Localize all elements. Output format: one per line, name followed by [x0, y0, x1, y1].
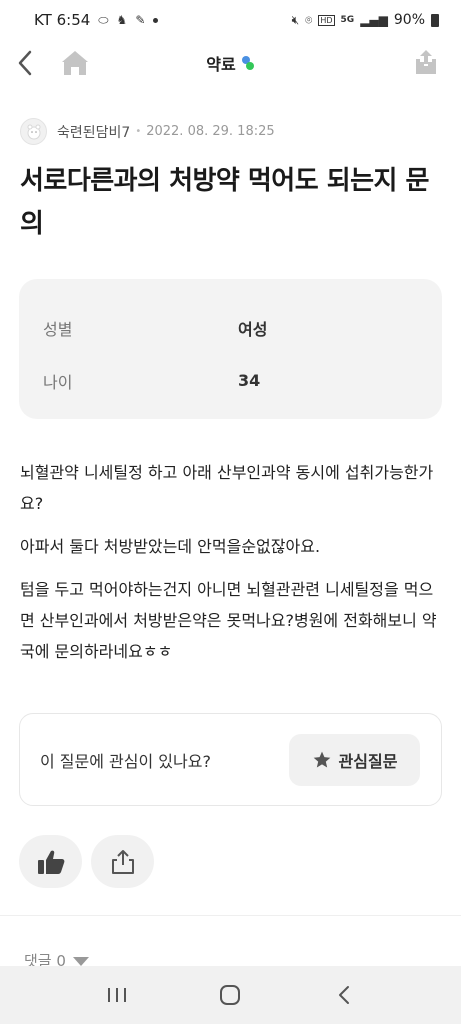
info-value: 34: [238, 371, 261, 390]
notification-icon-2: ♞: [116, 13, 128, 27]
info-row-gender: 성별 여성: [43, 301, 418, 354]
author-name[interactable]: 숙련된담비7: [57, 122, 130, 142]
home-circle-icon: [220, 985, 241, 1005]
notification-icon-3: ✎: [135, 13, 146, 27]
back-button[interactable]: [10, 46, 40, 80]
interest-button-label: 관심질문: [338, 751, 398, 771]
back-nav-button[interactable]: [314, 975, 374, 1015]
home-icon: [62, 51, 88, 75]
post-title: 서로다른과의 처방약 먹어도 되는지 문의: [20, 166, 429, 239]
interest-box: 이 질문에 관심이 있나요? 관심질문: [19, 713, 442, 806]
caret-down-icon: [72, 956, 89, 966]
post-paragraph: 아파서 둘다 처방받았는데 안먹을순없잖아요.: [20, 537, 321, 556]
notification-icon: ⬭: [98, 12, 109, 27]
recent-apps-icon: [107, 988, 126, 1002]
network-type: 5G: [340, 15, 355, 25]
patient-info-card: 성별 여성 나이 34: [19, 279, 442, 419]
header-title-text: 약료: [206, 55, 236, 74]
info-label: 나이: [43, 372, 73, 392]
action-row: [19, 835, 154, 888]
status-bar: KT 6:54 ⬭ ♞ ✎ 🔇︎ ⌾ HD 5G ▂▄▆ 90%: [0, 0, 461, 40]
post-paragraph: 뇌혈관약 니세틸정 하고 아래 산부인과약 동시에 섭취가능한가요?: [20, 463, 434, 513]
share-icon: [416, 50, 436, 74]
info-value: 여성: [238, 319, 268, 339]
battery-text: 90%: [393, 12, 425, 28]
info-row-age: 나이 34: [43, 354, 418, 407]
interest-button[interactable]: 관심질문: [289, 733, 420, 786]
author-row: 숙련된담비7 • 2022. 08. 29. 18:25: [20, 118, 275, 145]
home-button[interactable]: [58, 46, 92, 80]
home-nav-button[interactable]: [200, 975, 260, 1015]
header-title: 약료: [206, 51, 254, 75]
animal-avatar-icon: [27, 124, 40, 139]
mute-icon: 🔇︎: [291, 12, 300, 27]
app-header: 약료: [0, 40, 461, 86]
chevron-left-icon: [339, 986, 350, 1004]
avatar[interactable]: [20, 118, 47, 145]
system-nav-bar: [0, 966, 461, 1024]
thumbs-up-icon: [37, 850, 64, 874]
status-left: KT 6:54 ⬭ ♞ ✎: [34, 11, 159, 29]
recent-apps-button[interactable]: [87, 975, 147, 1015]
info-label: 성별: [43, 319, 73, 339]
post-content: 뇌혈관약 니세틸정 하고 아래 산부인과약 동시에 섭취가능한가요? 아파서 둘…: [20, 457, 445, 679]
post-paragraph: 텀을 두고 먹어야하는건지 아니면 뇌혈관관련 니세틸정을 먹으면 산부인과에서…: [20, 580, 437, 661]
chevron-left-icon: [18, 50, 32, 76]
share-button-top[interactable]: [409, 45, 443, 79]
hd-icon: HD: [318, 14, 335, 26]
signal-icon: ▂▄▆: [360, 13, 388, 27]
share-button[interactable]: [91, 835, 154, 888]
interest-question: 이 질문에 관심이 있나요?: [40, 751, 211, 771]
carrier-time: KT 6:54: [34, 11, 91, 29]
divider: [0, 915, 461, 916]
status-right: 🔇︎ ⌾ HD 5G ▂▄▆ 90%: [292, 12, 439, 28]
star-icon: [313, 751, 330, 767]
battery-icon: [431, 13, 439, 27]
location-icon: ⌾: [305, 12, 313, 27]
meta-separator: •: [135, 126, 142, 137]
like-button[interactable]: [19, 835, 82, 888]
more-notifications-icon: [153, 17, 159, 23]
share-icon: [111, 849, 134, 874]
category-badge-icon: [241, 56, 254, 70]
post-date: 2022. 08. 29. 18:25: [146, 124, 275, 139]
